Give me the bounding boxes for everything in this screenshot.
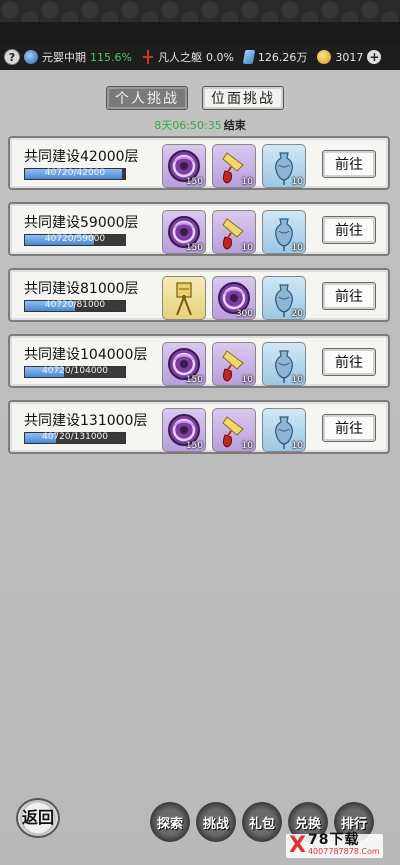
reward-count: 10 <box>291 243 303 253</box>
realm-orb-icon <box>24 50 38 64</box>
reward-count: 10 <box>291 375 303 385</box>
watermark-sub: 4007787878.Com <box>307 847 380 856</box>
golden-staff-icon <box>163 277 205 323</box>
challenge-row: 共同建设59000层 40720/59000 150 10 10 前往 <box>8 202 390 256</box>
reward-count: 10 <box>241 177 253 187</box>
reward-item[interactable]: 10 <box>212 342 256 386</box>
progress-text: 40720/81000 <box>44 300 106 310</box>
reward-item[interactable]: 150 <box>162 408 206 452</box>
reward-item[interactable]: 150 <box>162 144 206 188</box>
top-band <box>0 0 400 50</box>
goto-button[interactable]: 前往 <box>322 282 376 310</box>
reward-item[interactable]: 10 <box>262 342 306 386</box>
coin-count: 3017 <box>335 50 364 64</box>
challenge-title: 共同建设104000层 <box>24 347 148 363</box>
coin-stat[interactable]: 3017 + <box>317 50 382 64</box>
gem-count: 126.26万 <box>257 51 308 64</box>
tab-personal-challenge[interactable]: 个人挑战 <box>106 86 188 110</box>
back-button[interactable]: 返回 <box>16 798 60 838</box>
progress-bar: 40720/81000 <box>24 300 126 312</box>
reward-count: 10 <box>241 375 253 385</box>
watermark-logo: X 78下载 4007787878.Com <box>286 832 383 858</box>
reward-count: 150 <box>185 243 203 253</box>
progress-text: 40720/42000 <box>44 168 106 178</box>
progress-bar: 40720/104000 <box>24 366 126 378</box>
goto-button[interactable]: 前往 <box>322 348 376 376</box>
help-button[interactable]: ? <box>4 49 20 65</box>
challenge-row: 共同建设104000层 40720/104000 150 10 10 前往 <box>8 334 390 388</box>
reward-item[interactable]: 150 <box>162 210 206 254</box>
gem-stat[interactable]: 126.26万 <box>242 49 308 65</box>
reward-item[interactable]: 10 <box>212 144 256 188</box>
reward-count: 300 <box>235 309 253 319</box>
goto-button[interactable]: 前往 <box>322 216 376 244</box>
progress-bar: 40720/131000 <box>24 432 126 444</box>
sword-icon <box>142 50 154 64</box>
goto-button[interactable]: 前往 <box>322 150 376 178</box>
countdown-value: 8天06:50:35 <box>154 119 222 132</box>
countdown-end-label: 结束 <box>223 119 246 132</box>
countdown-timer: 8天06:50:35 结束 <box>0 117 400 133</box>
x-logo-icon: X <box>289 833 306 858</box>
challenge-title: 共同建设131000层 <box>24 413 148 429</box>
realm-stat[interactable]: 元婴中期 115.6% <box>24 49 132 65</box>
reward-count: 20 <box>291 309 303 319</box>
add-coin-button[interactable]: + <box>367 50 382 64</box>
challenge-tabs: 个人挑战 位面挑战 <box>106 86 284 110</box>
progress-text: 40720/131000 <box>41 432 109 442</box>
body-label: 凡人之躯 <box>157 51 202 64</box>
tab-plane-challenge[interactable]: 位面挑战 <box>202 86 284 110</box>
nav-challenge-button[interactable]: 挑战 <box>196 802 236 842</box>
reward-item[interactable]: 10 <box>212 408 256 452</box>
progress-text: 40720/59000 <box>44 234 106 244</box>
watermark-main: 78下载 <box>307 832 360 848</box>
reward-count: 10 <box>291 441 303 451</box>
progress-bar: 40720/59000 <box>24 234 126 246</box>
challenge-title: 共同建设59000层 <box>24 215 139 231</box>
reward-count: 150 <box>185 375 203 385</box>
reward-count: 10 <box>291 177 303 187</box>
body-percent: 0.0% <box>205 50 234 64</box>
reward-item[interactable]: 20 <box>262 276 306 320</box>
challenge-row: 共同建设81000层 40720/81000 300 20 前往 <box>8 268 390 322</box>
reward-item[interactable]: 10 <box>262 210 306 254</box>
realm-percent: 115.6% <box>90 50 132 64</box>
reward-count: 150 <box>185 441 203 451</box>
reward-item[interactable]: 10 <box>212 210 256 254</box>
status-bar: ? 元婴中期 115.6% 凡人之躯 0.0% 126.26万 3017 + <box>0 44 400 70</box>
reward-item[interactable] <box>162 276 206 320</box>
challenge-title: 共同建设42000层 <box>24 149 139 165</box>
reward-count: 150 <box>185 177 203 187</box>
challenge-row: 共同建设42000层 40720/42000 150 10 10 前往 <box>8 136 390 190</box>
realm-label: 元婴中期 <box>42 51 86 64</box>
challenge-title: 共同建设81000层 <box>24 281 139 297</box>
gem-icon <box>242 50 256 64</box>
reward-item[interactable]: 300 <box>212 276 256 320</box>
reward-count: 10 <box>241 243 253 253</box>
reward-item[interactable]: 150 <box>162 342 206 386</box>
coin-icon <box>317 50 332 64</box>
reward-item[interactable]: 10 <box>262 144 306 188</box>
progress-bar: 40720/42000 <box>24 168 126 180</box>
progress-text: 40720/104000 <box>41 366 109 376</box>
nav-gift-button[interactable]: 礼包 <box>242 802 282 842</box>
body-stat[interactable]: 凡人之躯 0.0% <box>142 49 234 65</box>
reward-item[interactable]: 10 <box>262 408 306 452</box>
nav-explore-button[interactable]: 探索 <box>150 802 190 842</box>
goto-button[interactable]: 前往 <box>322 414 376 442</box>
challenge-row: 共同建设131000层 40720/131000 150 10 10 前往 <box>8 400 390 454</box>
reward-count: 10 <box>241 441 253 451</box>
